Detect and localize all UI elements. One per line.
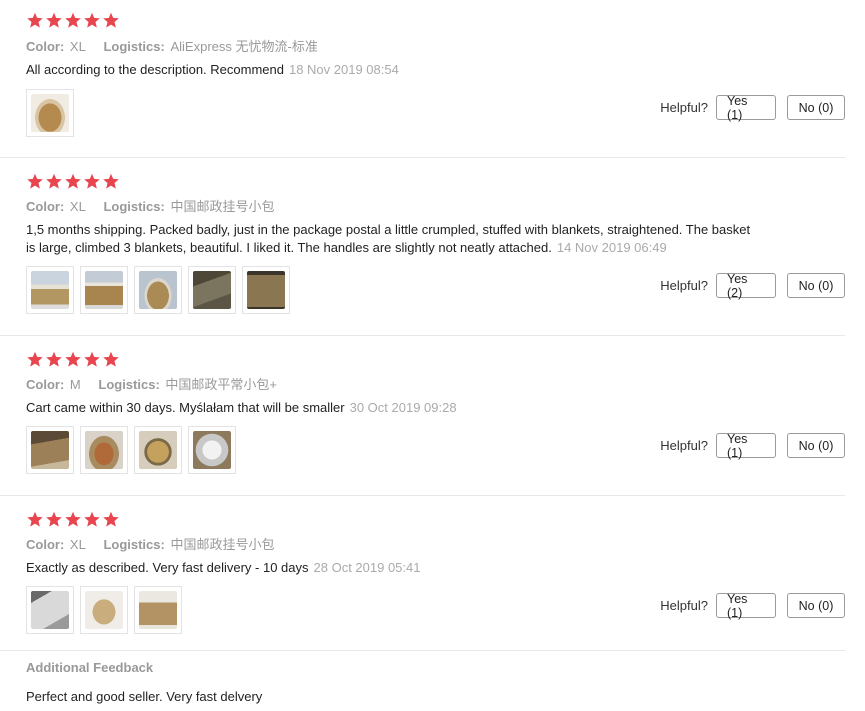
review-item: Color: XL Logistics: 中国邮政挂号小包 1,5 months… xyxy=(0,158,845,336)
review-item: Color: M Logistics: 中国邮政平常小包+ Cart came … xyxy=(0,336,845,496)
star-icon xyxy=(45,173,63,189)
star-icon xyxy=(102,173,120,189)
helpful-label: Helpful? xyxy=(660,278,708,293)
additional-feedback-text: Perfect and good seller. Very fast delve… xyxy=(26,689,263,704)
star-icon xyxy=(26,173,44,189)
helpful-yes-button[interactable]: Yes (2) xyxy=(716,272,776,300)
helpful-no-button[interactable]: No (0) xyxy=(787,95,845,120)
review-photo[interactable] xyxy=(80,586,128,634)
review-date: 30 Oct 2019 09:28 xyxy=(349,400,457,415)
review-meta: Color: XL Logistics: 中国邮政挂号小包 xyxy=(26,196,288,215)
review-body: All according to the description. Recomm… xyxy=(26,62,284,77)
star-icon xyxy=(102,351,120,367)
logistics-value: AliExpress 无忧物流-标准 xyxy=(170,39,318,54)
star-icon xyxy=(26,511,44,527)
review-body: Cart came within 30 days. Myślałam that … xyxy=(26,400,345,415)
photo-list xyxy=(26,89,74,137)
review-text: All according to the description. Recomm… xyxy=(26,61,766,79)
review-meta: Color: XL Logistics: AliExpress 无忧物流-标准 xyxy=(26,36,332,55)
review-body: Exactly as described. Very fast delivery… xyxy=(26,560,309,575)
helpful-controls: Helpful? Yes (1) No (0) xyxy=(660,592,845,620)
helpful-yes-button[interactable]: Yes (1) xyxy=(716,94,776,122)
star-icon xyxy=(45,351,63,367)
helpful-no-button[interactable]: No (0) xyxy=(787,593,845,618)
color-key: Color: xyxy=(26,377,65,392)
color-value: XL xyxy=(69,39,86,54)
review-meta: Color: XL Logistics: 中国邮政挂号小包 xyxy=(26,534,288,553)
review-photo[interactable] xyxy=(188,426,236,474)
review-photo[interactable] xyxy=(80,266,128,314)
review-photo[interactable] xyxy=(134,266,182,314)
helpful-controls: Helpful? Yes (2) No (0) xyxy=(660,272,845,300)
review-item: Color: XL Logistics: AliExpress 无忧物流-标准 … xyxy=(0,0,845,158)
review-meta: Color: M Logistics: 中国邮政平常小包+ xyxy=(26,374,291,393)
review-photo[interactable] xyxy=(134,426,182,474)
photo-list xyxy=(26,426,236,474)
color-value: M xyxy=(69,377,81,392)
star-icon xyxy=(64,173,82,189)
star-icon xyxy=(64,12,82,28)
star-icon xyxy=(83,12,101,28)
review-item: Color: XL Logistics: 中国邮政挂号小包 Exactly as… xyxy=(0,496,845,651)
star-icon xyxy=(64,511,82,527)
color-value: XL xyxy=(69,537,86,552)
helpful-controls: Helpful? Yes (1) No (0) xyxy=(660,94,845,122)
color-key: Color: xyxy=(26,199,65,214)
logistics-key: Logistics: xyxy=(103,199,165,214)
star-icon xyxy=(83,511,101,527)
star-rating xyxy=(26,511,120,527)
helpful-yes-button[interactable]: Yes (1) xyxy=(716,432,776,460)
star-rating xyxy=(26,12,120,28)
star-icon xyxy=(45,12,63,28)
logistics-key: Logistics: xyxy=(103,537,165,552)
star-rating xyxy=(26,173,120,189)
logistics-key: Logistics: xyxy=(103,39,165,54)
photo-list xyxy=(26,586,182,634)
star-icon xyxy=(64,351,82,367)
review-date: 14 Nov 2019 06:49 xyxy=(556,240,667,255)
review-photo[interactable] xyxy=(26,586,74,634)
helpful-no-button[interactable]: No (0) xyxy=(787,273,845,298)
review-text: Exactly as described. Very fast delivery… xyxy=(26,559,766,577)
helpful-label: Helpful? xyxy=(660,598,708,613)
star-icon xyxy=(45,511,63,527)
logistics-value: 中国邮政挂号小包 xyxy=(170,199,275,214)
review-photo[interactable] xyxy=(26,426,74,474)
color-value: XL xyxy=(69,199,86,214)
star-icon xyxy=(83,173,101,189)
star-icon xyxy=(26,12,44,28)
review-photo[interactable] xyxy=(80,426,128,474)
helpful-yes-button[interactable]: Yes (1) xyxy=(716,592,776,620)
star-icon xyxy=(102,12,120,28)
review-photo[interactable] xyxy=(26,266,74,314)
color-key: Color: xyxy=(26,537,65,552)
star-icon xyxy=(102,511,120,527)
review-text: Cart came within 30 days. Myślałam that … xyxy=(26,399,766,417)
logistics-key: Logistics: xyxy=(98,377,160,392)
helpful-no-button[interactable]: No (0) xyxy=(787,433,845,458)
review-text: 1,5 months shipping. Packed badly, just … xyxy=(26,221,761,257)
review-date: 18 Nov 2019 08:54 xyxy=(288,62,399,77)
review-photo[interactable] xyxy=(134,586,182,634)
additional-feedback-title: Additional Feedback xyxy=(26,660,154,675)
photo-list xyxy=(26,266,290,314)
review-photo[interactable] xyxy=(188,266,236,314)
helpful-controls: Helpful? Yes (1) No (0) xyxy=(660,432,845,460)
logistics-value: 中国邮政挂号小包 xyxy=(170,537,275,552)
helpful-label: Helpful? xyxy=(660,100,708,115)
review-date: 28 Oct 2019 05:41 xyxy=(313,560,421,575)
helpful-label: Helpful? xyxy=(660,438,708,453)
logistics-value: 中国邮政平常小包+ xyxy=(165,377,277,392)
star-icon xyxy=(83,351,101,367)
color-key: Color: xyxy=(26,39,65,54)
star-icon xyxy=(26,351,44,367)
star-rating xyxy=(26,351,120,367)
review-photo[interactable] xyxy=(26,89,74,137)
review-photo[interactable] xyxy=(242,266,290,314)
